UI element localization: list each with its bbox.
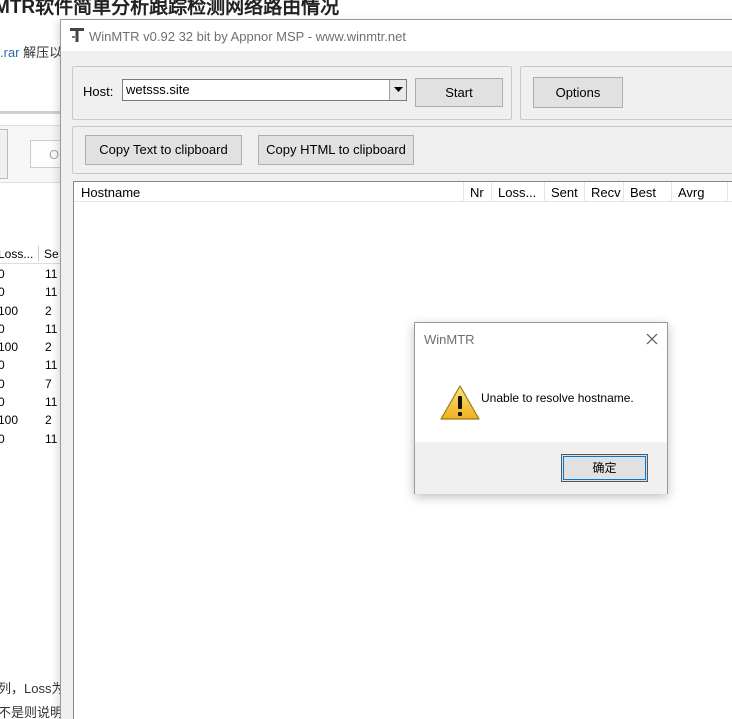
host-dropdown-button[interactable] bbox=[389, 80, 406, 100]
article-text: 解压以 bbox=[19, 45, 63, 60]
screenshot-divider bbox=[0, 111, 62, 114]
host-label: Host: bbox=[83, 84, 114, 99]
copy-text-button[interactable]: Copy Text to clipboard bbox=[85, 135, 242, 165]
column-header-best[interactable]: Best bbox=[624, 182, 672, 202]
chevron-down-icon bbox=[394, 87, 403, 92]
article-title: MTR软件简单分析跟踪检测网络路由情况 bbox=[0, 0, 340, 18]
host-input[interactable]: wetsss.site bbox=[126, 82, 190, 97]
table-row: 0 11 bbox=[0, 395, 58, 410]
table-row: 100 2 bbox=[0, 303, 52, 318]
copy-html-button[interactable]: Copy HTML to clipboard bbox=[258, 135, 414, 165]
dialog-title: WinMTR bbox=[424, 332, 475, 347]
options-button[interactable]: Options bbox=[533, 77, 623, 108]
column-header: Se bbox=[44, 247, 59, 261]
results-header: Hostname Nr Loss... Sent Recv Best Avrg … bbox=[74, 182, 732, 202]
table-row: 0 11 bbox=[0, 285, 58, 300]
winmtr-app-icon bbox=[70, 28, 84, 42]
table-row: 0 11 bbox=[0, 431, 58, 446]
column-header-hostname[interactable]: Hostname bbox=[74, 182, 464, 202]
title-bar[interactable]: WinMTR v0.92 32 bit by Appnor MSP - www.… bbox=[61, 20, 732, 51]
ok-button[interactable]: 确定 bbox=[561, 454, 648, 482]
table-row: 07 bbox=[0, 376, 52, 391]
article-text: 不是则说明 bbox=[0, 705, 64, 719]
article-line: .rar 解压以 bbox=[0, 42, 62, 61]
screenshot-button bbox=[0, 129, 8, 179]
close-icon[interactable] bbox=[645, 332, 659, 346]
column-header-avrg[interactable]: Avrg bbox=[672, 182, 728, 202]
error-dialog: WinMTR Unable to resolve hostname. 确定 bbox=[414, 322, 668, 494]
download-link[interactable]: .rar bbox=[0, 45, 20, 60]
warning-icon bbox=[440, 385, 480, 420]
table-row: 0 11 bbox=[0, 321, 58, 336]
window-title: WinMTR v0.92 32 bit by Appnor MSP - www.… bbox=[89, 29, 406, 44]
table-row: 0 11 bbox=[0, 358, 58, 373]
article-text: 列，Loss为 bbox=[0, 681, 65, 696]
screenshot-table: Loss... Se 0 11 0 11 100 2 0 11 100 2 0 11 07 … bbox=[0, 244, 62, 447]
screenshot-table-header: Loss... Se bbox=[0, 244, 62, 264]
column-header-sent[interactable]: Sent bbox=[545, 182, 585, 202]
host-combobox[interactable]: wetsss.site bbox=[122, 79, 407, 101]
dialog-message: Unable to resolve hostname. bbox=[481, 391, 634, 405]
screenshot-options-button: O bbox=[30, 140, 64, 168]
table-row: 100 2 bbox=[0, 413, 52, 428]
column-header: Loss... bbox=[0, 247, 34, 261]
start-button[interactable]: Start bbox=[415, 78, 503, 107]
table-row: 100 2 bbox=[0, 340, 52, 355]
column-header-nr[interactable]: Nr bbox=[464, 182, 492, 202]
column-header-recv[interactable]: Recv bbox=[585, 182, 624, 202]
column-header-worst[interactable]: W bbox=[728, 182, 732, 202]
table-row: 0 11 bbox=[0, 267, 58, 281]
column-header-loss[interactable]: Loss... bbox=[492, 182, 545, 202]
